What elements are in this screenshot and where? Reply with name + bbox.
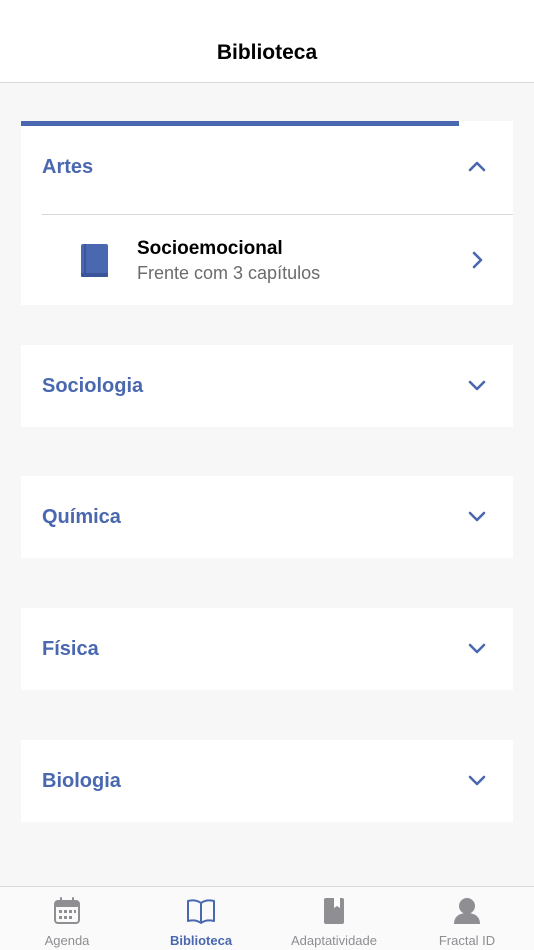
book-row-socioemocional[interactable]: Socioemocional Frente com 3 capítulos [21,215,513,305]
subject-card-fisica: Física [21,608,513,690]
subject-card-sociologia: Sociologia [21,345,513,427]
subject-title: Química [42,506,121,528]
tab-adaptatividade[interactable]: Adaptatividade [267,887,401,950]
subject-title: Sociologia [42,375,144,397]
subject-header-quimica[interactable]: Química [21,476,513,558]
subject-card-artes: Artes Socioemocional Frente com 3 capítu… [21,126,513,305]
subject-header-fisica[interactable]: Física [21,608,513,690]
calendar-icon [54,897,80,924]
subject-header-biologia[interactable]: Biologia [21,740,513,822]
subject-title: Biologia [42,770,121,792]
chevron-down-icon [468,775,486,786]
tab-label: Adaptatividade [290,933,377,948]
page-title: Biblioteca [216,41,318,64]
chevron-down-icon [468,643,486,654]
profile-icon [454,898,480,924]
tab-label: Fractal ID [438,933,496,948]
book-title: Socioemocional [137,238,283,259]
tab-agenda[interactable]: Agenda [0,887,134,950]
open-book-icon [187,899,215,924]
bookmark-book-icon [324,898,344,924]
book-subtitle: Frente com 3 capítulos [137,263,321,283]
tab-bar: Agenda Biblioteca Adaptatividade Fractal… [0,886,534,950]
subject-header-artes[interactable]: Artes [21,126,513,208]
tab-label: Agenda [44,933,90,948]
subject-header-sociologia[interactable]: Sociologia [21,345,513,427]
tab-fractal-id[interactable]: Fractal ID [400,887,534,950]
chevron-right-icon [472,251,483,269]
tab-biblioteca[interactable]: Biblioteca [134,887,268,950]
subject-title: Artes [42,156,94,178]
chevron-up-icon [468,161,486,172]
book-icon [81,244,108,277]
subject-title: Física [42,638,99,660]
top-bar: Biblioteca [0,0,534,83]
subject-card-biologia: Biologia [21,740,513,822]
chevron-down-icon [468,380,486,391]
chevron-down-icon [468,511,486,522]
tab-label: Biblioteca [169,933,233,948]
subject-card-quimica: Química [21,476,513,558]
